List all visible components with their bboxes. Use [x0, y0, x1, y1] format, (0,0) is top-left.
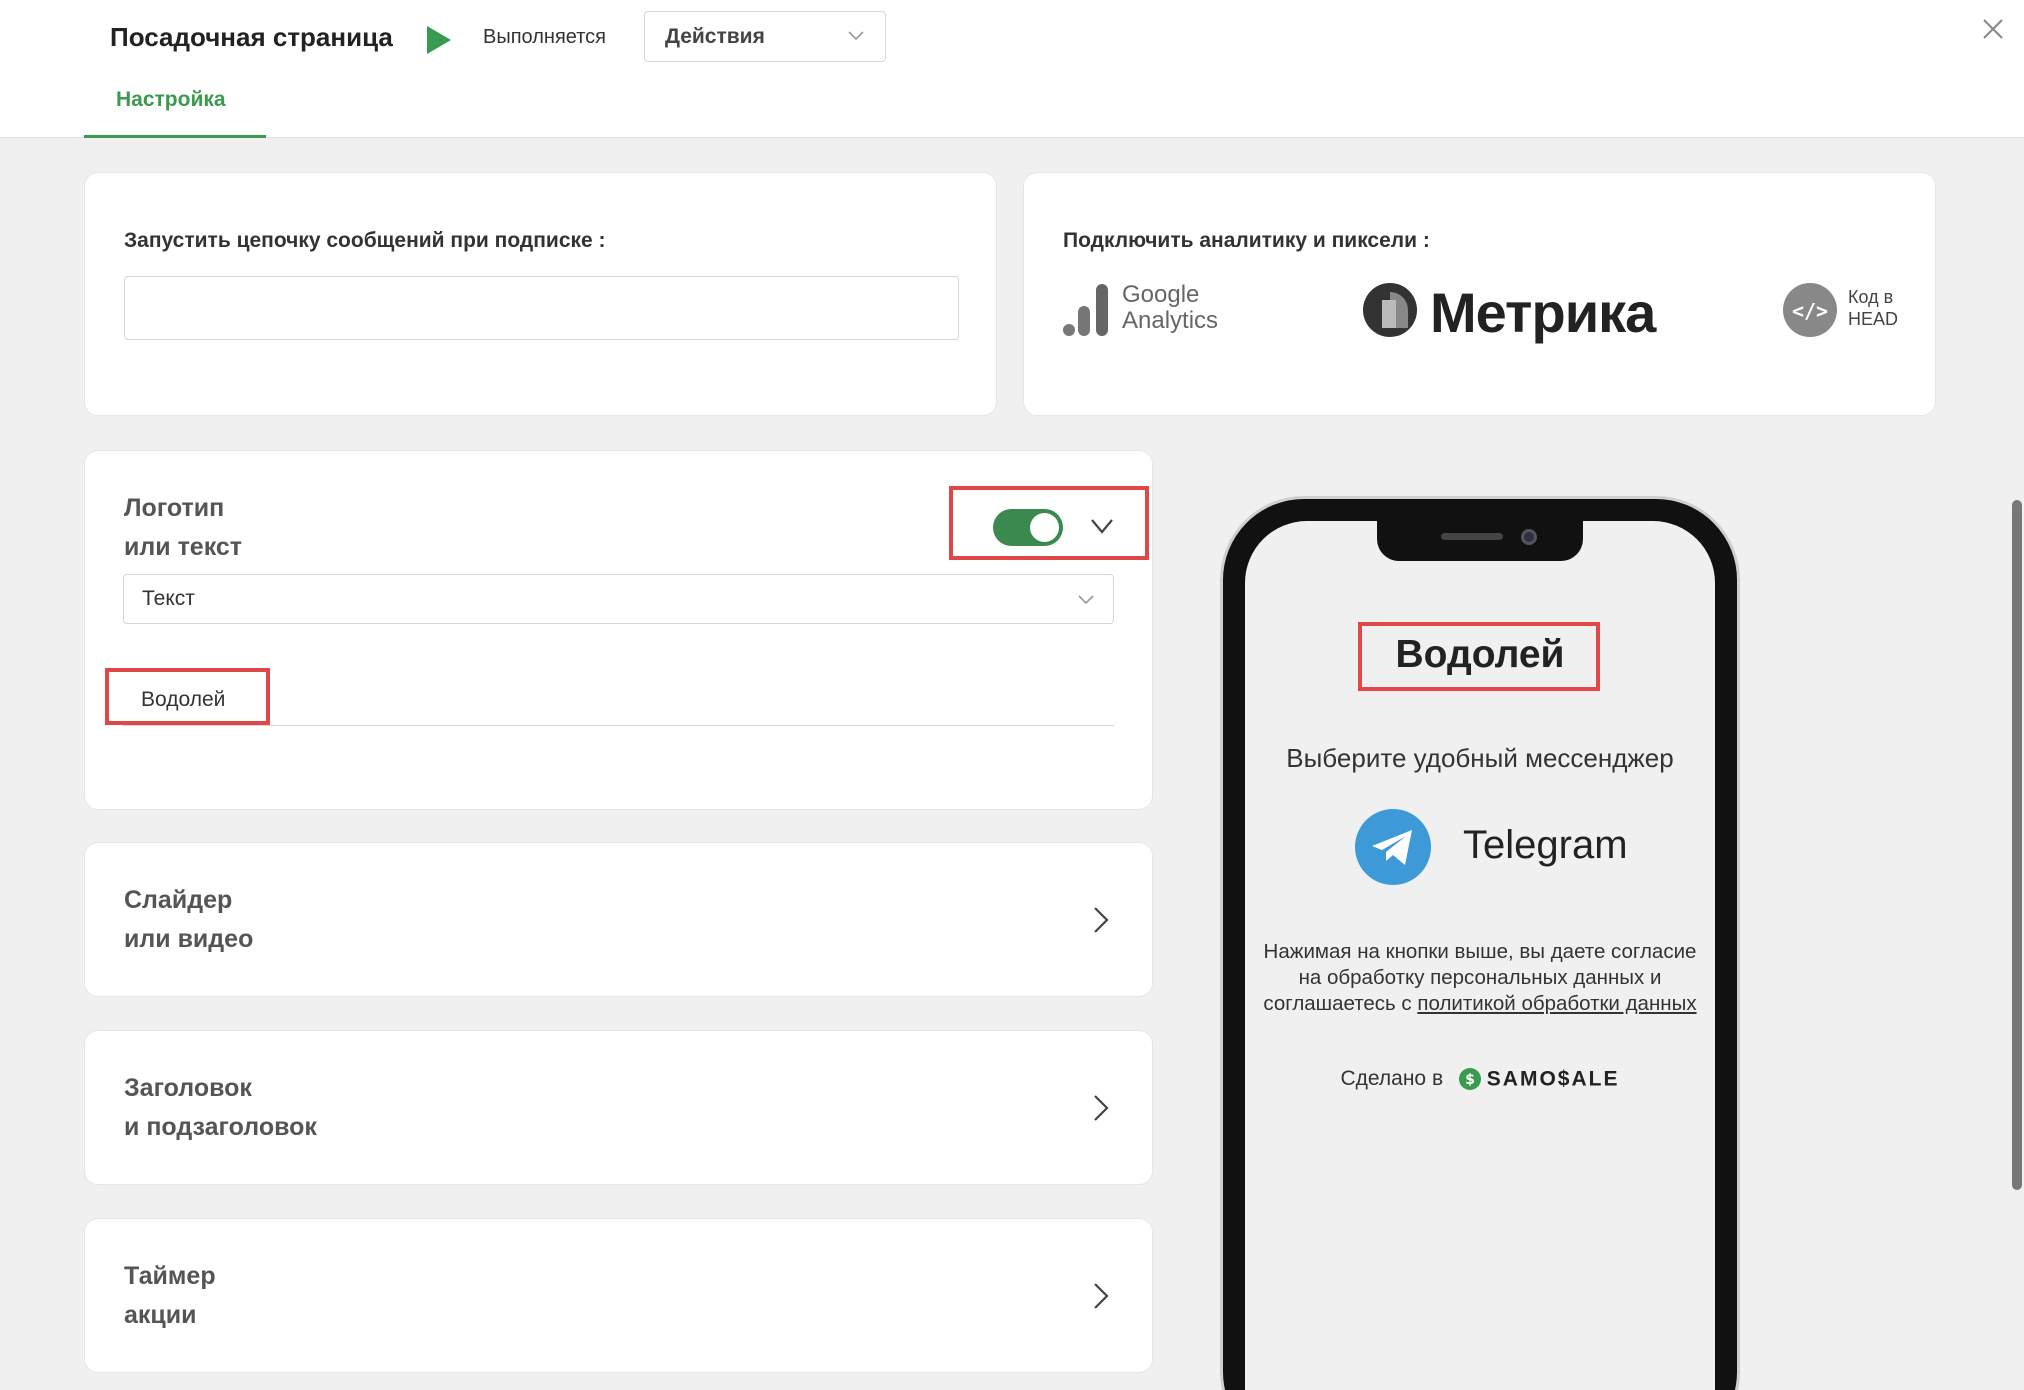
svg-text:</>: </>	[1792, 299, 1828, 323]
input-underline	[123, 725, 1114, 726]
chevron-down-icon	[1078, 595, 1094, 605]
svg-text:$: $	[1465, 1072, 1475, 1088]
code-in-head-text: Код в HEAD	[1848, 287, 1899, 329]
consent-text: Нажимая на кнопки выше, вы даете согласи…	[1263, 940, 1697, 1015]
samosale-brand[interactable]: SAMO$ALE	[1487, 1067, 1620, 1090]
chain-label: Запустить цепочку сообщений при подписке…	[124, 229, 606, 252]
analytics-label: Подключить аналитику и пиксели :	[1063, 229, 1430, 252]
highlight-box	[1358, 622, 1600, 691]
chevron-right-icon	[1094, 907, 1109, 933]
close-icon[interactable]	[1982, 18, 2004, 40]
tab-settings-label: Настройка	[116, 88, 226, 111]
header: Посадочная страница Выполняется Действия…	[0, 0, 2024, 138]
section-slider-title: Слайдер или видео	[124, 886, 254, 953]
highlight-box	[949, 486, 1149, 560]
speaker-icon	[1441, 533, 1503, 540]
google-analytics-icon	[1063, 284, 1108, 336]
google-analytics-text: Google Analytics	[1122, 281, 1219, 334]
made-in: Сделано в $ SAMO$ALE	[1245, 1067, 1715, 1091]
metrika-option[interactable]: Метрика	[1362, 280, 1656, 344]
actions-label: Действия	[665, 25, 765, 48]
telegram-icon[interactable]	[1355, 809, 1431, 885]
preview-subtitle: Выберите удобный мессенджер	[1286, 743, 1674, 773]
logo-card-title: Логотип или текст	[124, 494, 243, 561]
code-icon: </>	[1783, 283, 1837, 337]
chevron-right-icon	[1094, 1095, 1109, 1121]
metrika-icon	[1363, 283, 1417, 337]
tab-settings[interactable]: Настройка	[84, 84, 266, 138]
section-timer-title: Таймер акции	[124, 1262, 216, 1329]
highlight-box	[105, 668, 270, 725]
samosale-icon: $	[1458, 1068, 1481, 1091]
section-heading[interactable]: Заголовок и подзаголовок	[84, 1030, 1153, 1185]
actions-dropdown[interactable]: Действия	[644, 11, 886, 62]
chevron-right-icon	[1094, 1283, 1109, 1309]
page-title: Посадочная страница	[110, 22, 393, 52]
logo-type-select[interactable]: Текст	[123, 574, 1114, 624]
chain-card: Запустить цепочку сообщений при подписке…	[84, 172, 997, 416]
section-slider[interactable]: Слайдер или видео	[84, 842, 1153, 997]
privacy-policy-link[interactable]: политикой обработки данных	[1417, 992, 1696, 1015]
google-analytics-option[interactable]: Google Analytics	[1062, 282, 1232, 338]
chevron-down-icon	[848, 31, 864, 41]
status-text: Выполняется	[483, 26, 606, 48]
telegram-label[interactable]: Telegram	[1463, 823, 1628, 868]
phone-notch	[1377, 521, 1583, 561]
play-icon[interactable]	[427, 26, 451, 54]
section-heading-title: Заголовок и подзаголовок	[124, 1074, 317, 1141]
code-in-head-option[interactable]: </> Код в HEAD	[1782, 282, 1902, 338]
made-in-label: Сделано в	[1340, 1067, 1444, 1090]
chain-input[interactable]	[124, 276, 959, 340]
camera-icon	[1521, 529, 1537, 545]
scrollbar[interactable]	[2012, 500, 2022, 1190]
logo-type-value: Текст	[142, 587, 195, 610]
section-timer[interactable]: Таймер акции	[84, 1218, 1153, 1373]
metrika-text: Метрика	[1430, 281, 1656, 344]
